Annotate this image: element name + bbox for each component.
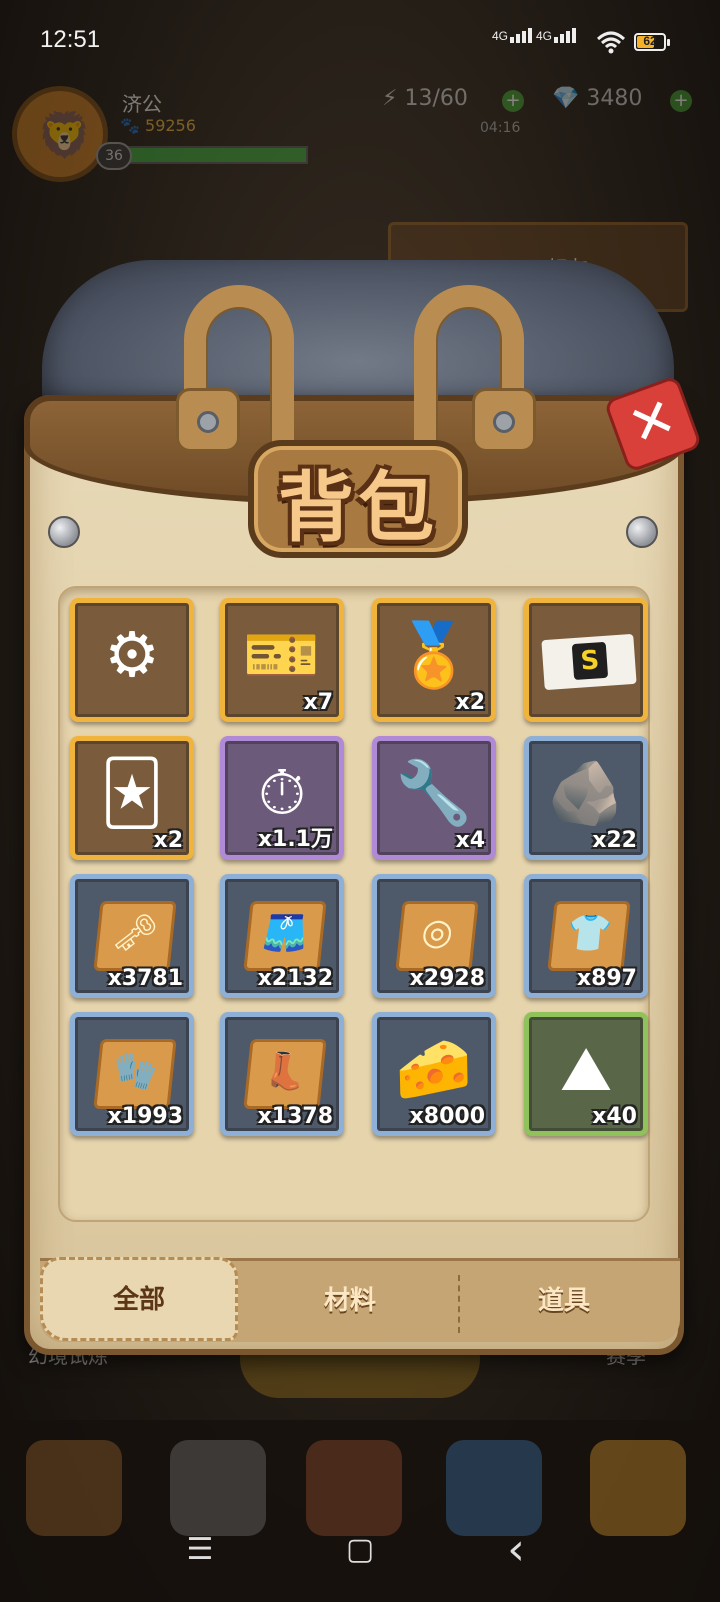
item-slot[interactable]: 👕 x897 xyxy=(524,874,648,998)
back-icon[interactable]: ‹ xyxy=(486,1520,546,1580)
paw-count: 🐾 59256 xyxy=(120,116,196,135)
glove-scroll-icon: 🧤 xyxy=(93,1039,177,1109)
item-quantity: x2 xyxy=(153,828,184,853)
item-quantity: x3781 xyxy=(107,966,183,991)
clock: 12:51 xyxy=(40,26,101,53)
item-slot[interactable]: 🏅 x2 xyxy=(372,598,496,722)
status-bar: 12:51 4G 4G 62 xyxy=(0,0,720,80)
signal-icon: 4G xyxy=(536,28,578,43)
player-hud: 济公 🐾 59256 36 ⚡ 13/60 + 04:16 💎 3480 + xyxy=(0,70,720,182)
medal-icon: 🏅 xyxy=(395,618,473,691)
item-quantity: x1993 xyxy=(107,1104,183,1129)
player-name: 济公 xyxy=(122,92,162,116)
item-quantity: x2132 xyxy=(257,966,333,991)
tab-bar: 全部 材料 道具 xyxy=(40,1257,680,1345)
wifi-icon xyxy=(596,31,626,54)
home-icon[interactable]: ▢ xyxy=(330,1520,390,1580)
item-slot[interactable]: 🩳 x2132 xyxy=(220,874,344,998)
item-slot[interactable]: ⛰ x40 xyxy=(524,1012,648,1136)
rivet xyxy=(626,516,658,548)
item-slot[interactable]: ⚙ xyxy=(70,598,194,722)
ring-scroll-icon: ◎ xyxy=(395,901,479,971)
motor-icon: ⚙ xyxy=(104,618,160,691)
ore-icon: 🪨 xyxy=(547,756,625,829)
energy-timer: 04:16 xyxy=(480,120,521,136)
pants-scroll-icon: 🩳 xyxy=(243,901,327,971)
item-slot[interactable]: 🧤 x1993 xyxy=(70,1012,194,1136)
signal-icon: 4G xyxy=(492,28,534,43)
boot-scroll-icon: 👢 xyxy=(243,1039,327,1109)
item-quantity: x1378 xyxy=(257,1104,333,1129)
s-badge-icon: S xyxy=(541,633,637,691)
item-slot[interactable]: 🧀 x8000 xyxy=(372,1012,496,1136)
item-slot[interactable]: ⏱ x1.1万 xyxy=(220,736,344,860)
add-gems-button: + xyxy=(670,90,692,112)
item-quantity: x2 xyxy=(455,690,486,715)
energy-counter: ⚡ 13/60 xyxy=(382,86,468,111)
card-icon: 🃏 xyxy=(100,756,164,829)
item-quantity: x4 xyxy=(455,828,486,853)
key-scroll-icon: 🗝 xyxy=(93,901,177,971)
tab-divider xyxy=(458,1275,460,1333)
item-slot[interactable]: 🗝 x3781 xyxy=(70,874,194,998)
item-quantity: x7 xyxy=(303,690,334,715)
strap-buckle-left xyxy=(176,388,240,452)
avatar xyxy=(12,86,108,182)
item-quantity: x2928 xyxy=(409,966,485,991)
tab-all[interactable]: 全部 xyxy=(40,1257,238,1341)
item-slot[interactable]: S xyxy=(524,598,648,722)
item-quantity: x8000 xyxy=(409,1104,485,1129)
item-quantity: x897 xyxy=(576,966,637,991)
tab-materials[interactable]: 材料 xyxy=(250,1261,450,1345)
item-quantity: x22 xyxy=(592,828,637,853)
tab-props[interactable]: 道具 xyxy=(464,1261,664,1345)
item-slot[interactable]: 👢 x1378 xyxy=(220,1012,344,1136)
strap-buckle-right xyxy=(472,388,536,452)
rivet xyxy=(48,516,80,548)
menu-icon[interactable]: ☰ xyxy=(170,1520,230,1580)
xp-bar xyxy=(128,146,308,164)
add-energy-button: + xyxy=(502,90,524,112)
item-slot[interactable]: ◎ x2928 xyxy=(372,874,496,998)
item-slot[interactable]: 🃏 x2 xyxy=(70,736,194,860)
battery-icon: 62 xyxy=(634,33,670,51)
wrench-icon: 🔧 xyxy=(395,756,473,829)
powder-icon: ⛰ xyxy=(559,1032,613,1105)
system-nav-bar: ☰ ▢ ‹ xyxy=(0,1500,720,1602)
item-quantity: x1.1万 xyxy=(257,827,333,852)
item-slot[interactable]: 🪨 x22 xyxy=(524,736,648,860)
gem-counter: 💎 3480 xyxy=(552,86,643,111)
page-title: 背包 xyxy=(278,463,438,552)
ticket-icon: 🎫 xyxy=(243,618,321,691)
item-slot[interactable]: 🎫 x7 xyxy=(220,598,344,722)
cheese-icon: 🧀 xyxy=(395,1032,473,1105)
item-slot[interactable]: 🔧 x4 xyxy=(372,736,496,860)
shirt-scroll-icon: 👕 xyxy=(547,901,631,971)
level-badge: 36 xyxy=(96,142,132,170)
item-quantity: x40 xyxy=(592,1104,637,1129)
